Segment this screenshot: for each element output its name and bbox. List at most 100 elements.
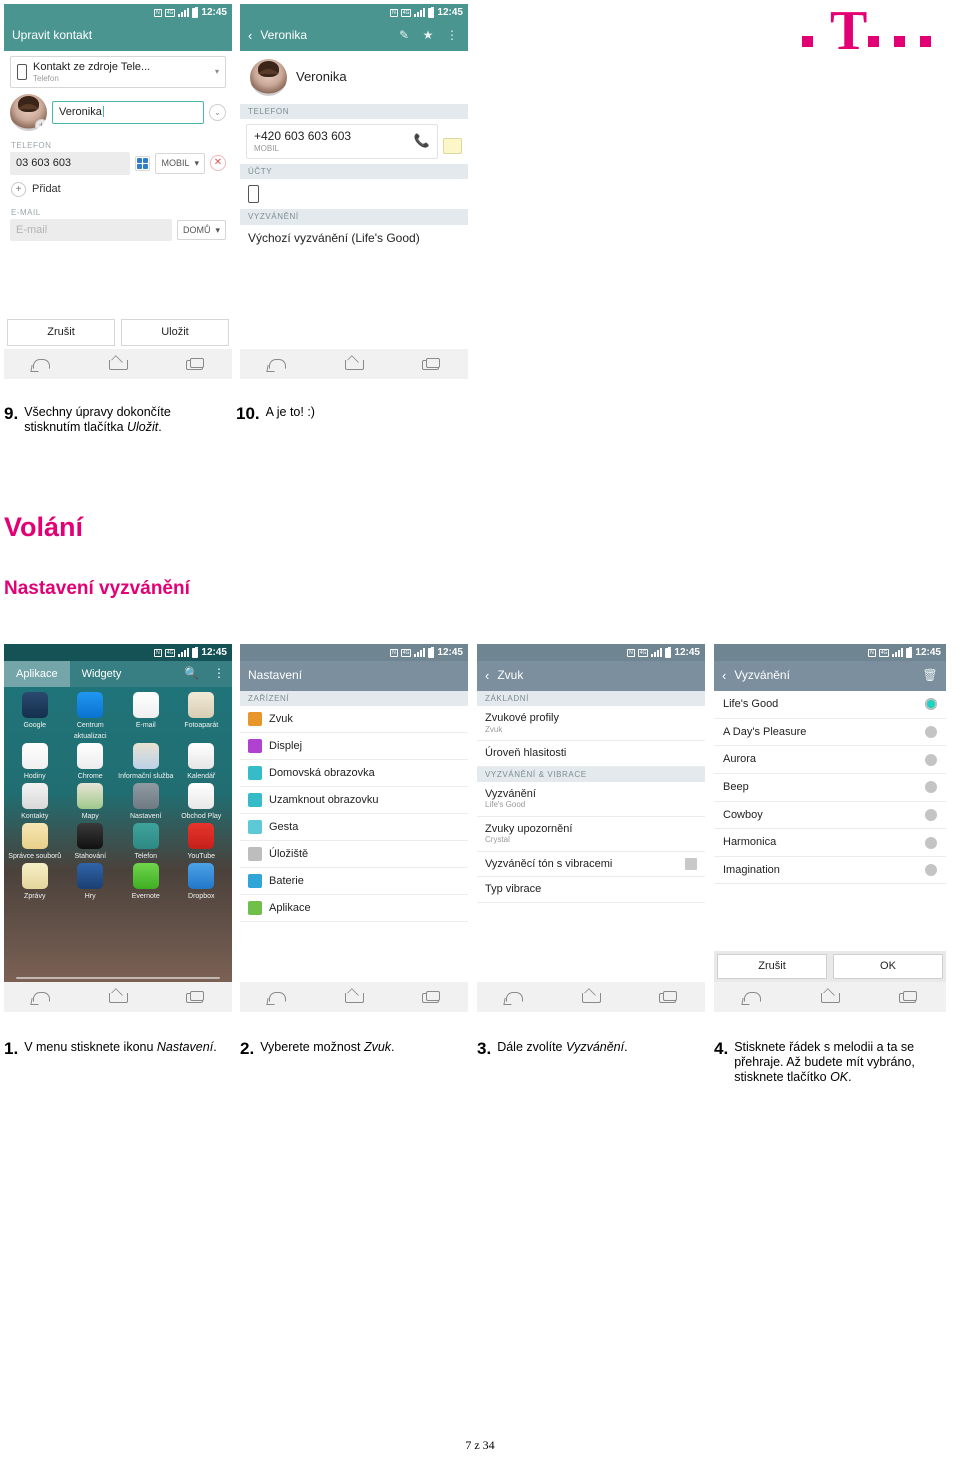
app-item[interactable]: Mapy [63, 783, 119, 821]
sound-setting-item[interactable]: Zvukové profily Zvuk [477, 706, 705, 742]
search-icon[interactable]: 🔍 [177, 666, 206, 681]
home-icon[interactable] [578, 989, 604, 1005]
back-icon[interactable] [265, 989, 291, 1005]
app-item[interactable]: Stahování [63, 823, 119, 861]
ringtone-item[interactable]: Aurora [714, 746, 946, 774]
app-item[interactable]: Hry [63, 863, 119, 901]
app-item[interactable]: Google [7, 692, 63, 741]
save-button[interactable]: Uložit [121, 319, 229, 346]
settings-item[interactable]: Zvuk [240, 706, 468, 734]
ringtone-item[interactable]: A Day's Pleasure [714, 719, 946, 747]
ringtone-item[interactable]: Beep [714, 774, 946, 802]
settings-item[interactable]: Aplikace [240, 895, 468, 923]
trash-icon[interactable]: 🗑 [922, 668, 938, 683]
app-item[interactable]: Nastavení [118, 783, 174, 821]
recent-apps-icon[interactable] [181, 356, 207, 372]
sound-setting-item[interactable]: Vyzváněcí tón s vibracemi [477, 852, 705, 878]
battery-icon [428, 646, 435, 658]
overflow-menu-icon[interactable]: ⋮ [206, 666, 232, 681]
expand-name-chevron-icon[interactable]: ⌄ [209, 103, 226, 121]
ringtone-item[interactable]: Harmonica [714, 829, 946, 857]
app-item[interactable]: Obchod Play [174, 783, 230, 821]
overflow-menu-icon[interactable]: ⋮ [444, 28, 460, 43]
app-item[interactable]: Chrome [63, 743, 119, 781]
radio-button[interactable] [925, 808, 937, 821]
sound-setting-item[interactable]: Typ vibrace [477, 877, 705, 903]
app-item[interactable]: Telefon [118, 823, 174, 861]
home-icon[interactable] [341, 989, 367, 1005]
message-icon[interactable] [443, 138, 462, 155]
back-icon[interactable] [29, 989, 55, 1005]
settings-item[interactable]: Gesta [240, 814, 468, 842]
call-icon[interactable]: 📞 [414, 133, 430, 149]
app-item[interactable]: Centrum aktualizaci [63, 692, 119, 741]
cancel-button[interactable]: Zrušit [7, 319, 115, 346]
home-icon[interactable] [105, 356, 131, 372]
app-item[interactable]: Zprávy [7, 863, 63, 901]
recent-apps-icon[interactable] [417, 989, 443, 1005]
settings-item[interactable]: Uzamknout obrazovku [240, 787, 468, 815]
ok-button[interactable]: OK [833, 954, 943, 979]
avatar[interactable]: + [10, 93, 47, 131]
ringtone-item[interactable]: Cowboy [714, 802, 946, 830]
back-icon[interactable] [265, 356, 291, 372]
contact-name-input[interactable]: Veronika [52, 101, 204, 124]
section-label-phone: TELEFON [11, 140, 52, 150]
back-chevron-icon[interactable]: ‹ [248, 28, 252, 44]
home-icon[interactable] [817, 989, 843, 1005]
ringtone-item[interactable]: Imagination [714, 857, 946, 885]
sound-setting-item[interactable]: Zvuky upozornění Crystal [477, 817, 705, 852]
dialpad-icon[interactable] [135, 155, 151, 171]
app-item[interactable]: Informační služba [118, 743, 174, 781]
home-icon[interactable] [341, 356, 367, 372]
cancel-button[interactable]: Zrušit [717, 954, 827, 979]
phone-type-select[interactable]: MOBIL ▾ [155, 153, 205, 174]
email-input[interactable]: E-mail [10, 218, 172, 242]
radio-button[interactable] [925, 698, 937, 711]
app-item[interactable]: Správce souborů [7, 823, 63, 861]
back-chevron-icon[interactable]: ‹ [722, 668, 726, 684]
sound-setting-item[interactable]: Úroveň hlasitosti [477, 741, 705, 767]
ringtone-item[interactable]: Life's Good [714, 691, 946, 719]
back-icon[interactable] [29, 356, 55, 372]
radio-button[interactable] [925, 781, 937, 794]
app-item[interactable]: Dropbox [174, 863, 230, 901]
phone-row[interactable]: +420 603 603 603 MOBIL 📞 [246, 124, 438, 160]
recent-apps-icon[interactable] [417, 356, 443, 372]
edit-pencil-icon[interactable]: ✎ [396, 28, 412, 43]
radio-button[interactable] [925, 753, 937, 766]
sound-setting-item[interactable]: Vyzvánění Life's Good [477, 782, 705, 817]
app-item[interactable]: Kontakty [7, 783, 63, 821]
tab-apps[interactable]: Aplikace [4, 661, 70, 687]
checkbox[interactable] [685, 857, 697, 870]
back-icon[interactable] [502, 989, 528, 1005]
email-type-select[interactable]: DOMŮ ▾ [176, 219, 226, 241]
settings-item[interactable]: Úložiště [240, 841, 468, 869]
radio-button[interactable] [925, 864, 937, 877]
back-icon[interactable] [740, 989, 766, 1005]
recent-apps-icon[interactable] [181, 989, 207, 1005]
settings-item[interactable]: Domovská obrazovka [240, 760, 468, 788]
back-chevron-icon[interactable]: ‹ [485, 668, 489, 684]
app-item[interactable]: Fotoaparát [174, 692, 230, 741]
recent-apps-icon[interactable] [654, 989, 680, 1005]
star-icon[interactable]: ★ [420, 28, 436, 43]
home-icon[interactable] [105, 989, 131, 1005]
settings-item[interactable]: Baterie [240, 868, 468, 896]
settings-item[interactable]: Displej [240, 733, 468, 761]
contact-source-selector[interactable]: Kontakt ze zdroje Tele... Telefon ▾ [10, 56, 226, 88]
add-phone-row[interactable]: + Přidat [4, 175, 232, 204]
add-photo-icon[interactable]: + [35, 118, 47, 131]
remove-phone-icon[interactable]: ✕ [210, 155, 226, 172]
app-item[interactable]: Evernote [118, 863, 174, 901]
app-item[interactable]: YouTube [174, 823, 230, 861]
recent-apps-icon[interactable] [894, 989, 920, 1005]
app-item[interactable]: E-mail [118, 692, 174, 741]
tab-widgets[interactable]: Widgety [70, 661, 134, 687]
radio-button[interactable] [925, 836, 937, 849]
app-item[interactable]: Kalendář [174, 743, 230, 781]
ringtone-value[interactable]: Výchozí vyzvánění (Life's Good) [240, 225, 468, 253]
app-item[interactable]: Hodiny [7, 743, 63, 781]
radio-button[interactable] [925, 725, 937, 738]
phone-number-input[interactable]: 03 603 603 [10, 152, 131, 175]
